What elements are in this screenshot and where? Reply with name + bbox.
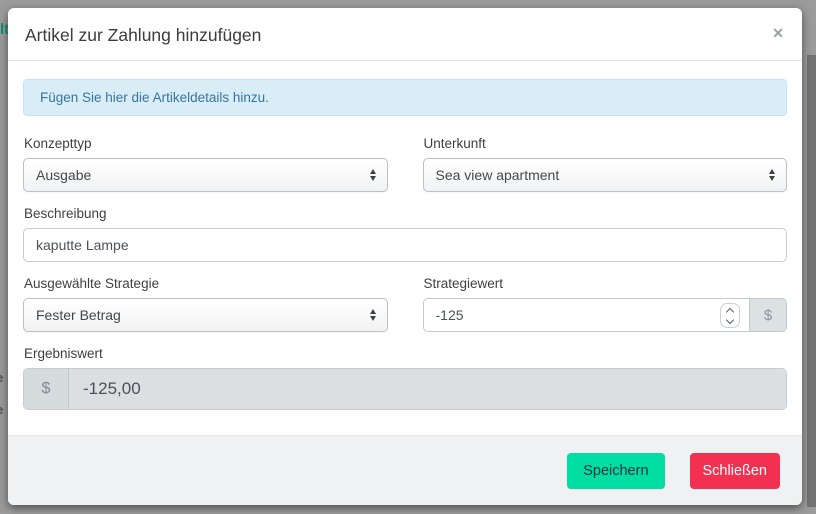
background-text-fragment: e [0, 370, 3, 385]
background-text-fragment: e [0, 402, 3, 417]
background-strip [807, 55, 816, 507]
strategie-select[interactable]: Fester Betrag [23, 298, 388, 332]
ergebniswert-input [69, 369, 786, 409]
chevron-up-icon [725, 307, 735, 316]
number-stepper[interactable] [720, 303, 740, 328]
close-icon[interactable]: ✕ [772, 26, 784, 40]
konzepttyp-label: Konzepttyp [24, 136, 92, 151]
beschreibung-label: Beschreibung [24, 206, 107, 221]
ergebniswert-input-group: $ [23, 368, 787, 410]
strategiewert-label: Strategiewert [423, 276, 504, 291]
beschreibung-input[interactable] [23, 228, 787, 262]
unterkunft-select[interactable]: Sea view apartment [422, 158, 787, 192]
select-arrows-icon [769, 169, 775, 181]
strategie-label: Ausgewählte Strategie [24, 276, 160, 291]
save-button[interactable]: Speichern [567, 453, 665, 489]
chevron-down-icon [725, 315, 735, 324]
ergebniswert-label: Ergebniswert [24, 346, 103, 361]
konzepttyp-selected-value: Ausgabe [36, 167, 92, 183]
unterkunft-selected-value: Sea view apartment [435, 167, 560, 183]
close-button[interactable]: Schließen [689, 453, 780, 489]
modal-title: Artikel zur Zahlung hinzufügen [25, 25, 262, 45]
field-strategie: Ausgewählte Strategie Fester Betrag [23, 276, 388, 332]
modal-footer: Speichern Schließen [8, 435, 802, 505]
field-beschreibung: Beschreibung [23, 206, 787, 262]
select-arrows-icon [369, 309, 376, 321]
konzepttyp-select[interactable]: Ausgabe [23, 158, 388, 192]
field-konzepttyp: Konzepttyp Ausgabe [23, 136, 388, 192]
info-alert: Fügen Sie hier die Artikeldetails hinzu. [23, 79, 787, 116]
unterkunft-label: Unterkunft [423, 136, 486, 151]
strategiewert-input-group: $ [422, 298, 787, 332]
add-payment-item-modal: Artikel zur Zahlung hinzufügen ✕ Fügen S… [8, 8, 802, 505]
currency-addon: $ [24, 369, 69, 409]
select-arrows-icon [369, 169, 376, 181]
strategie-selected-value: Fester Betrag [36, 307, 121, 323]
field-ergebniswert: Ergebniswert $ [23, 346, 787, 410]
field-unterkunft: Unterkunft Sea view apartment [422, 136, 787, 192]
modal-body: Fügen Sie hier die Artikeldetails hinzu.… [8, 61, 802, 435]
currency-addon: $ [749, 299, 786, 331]
field-strategiewert: Strategiewert $ [422, 276, 787, 332]
modal-header: Artikel zur Zahlung hinzufügen ✕ [8, 8, 802, 61]
strategiewert-input[interactable] [423, 299, 749, 331]
